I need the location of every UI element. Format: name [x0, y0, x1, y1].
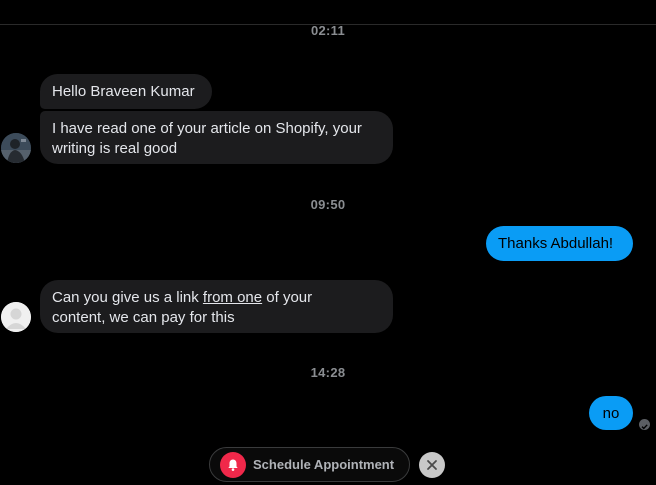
contact-avatar[interactable]	[1, 133, 31, 163]
avatar-photo-icon	[1, 133, 31, 163]
timestamp: 09:50	[310, 197, 346, 212]
message-bubble-incoming[interactable]: I have read one of your article on Shopi…	[40, 111, 393, 164]
close-button[interactable]	[419, 452, 445, 478]
schedule-appointment-button[interactable]: Schedule Appointment	[209, 447, 410, 482]
default-avatar-icon	[1, 302, 31, 332]
message-text: Can you give us a link	[52, 289, 203, 306]
message-bubble-outgoing[interactable]: Thanks Abdullah!	[486, 226, 633, 261]
timestamp: 14:28	[310, 365, 346, 380]
close-icon	[427, 460, 437, 470]
message-text-line: I have read one of your article on Shopi…	[52, 120, 362, 137]
timestamp: 02:11	[310, 23, 346, 38]
message-text: Thanks Abdullah!	[498, 235, 614, 252]
delivered-check-icon	[639, 419, 650, 430]
message-text-line: content, we can pay for this	[52, 309, 235, 326]
message-text: of your	[262, 289, 313, 306]
bell-icon	[220, 451, 246, 478]
schedule-appointment-label: Schedule Appointment	[253, 457, 395, 472]
message-bubble-outgoing[interactable]: no	[589, 396, 633, 430]
message-text-line: writing is real good	[52, 140, 178, 157]
message-link[interactable]: from one	[203, 289, 262, 306]
message-text-line: Can you give us a link from one of your	[52, 288, 381, 308]
message-text: Hello Braveen Kumar	[52, 83, 195, 100]
message-bubble-incoming[interactable]: Can you give us a link from one of your …	[40, 280, 393, 333]
message-text: no	[602, 405, 620, 422]
contact-avatar[interactable]	[1, 302, 31, 332]
message-bubble-incoming[interactable]: Hello Braveen Kumar	[40, 74, 212, 109]
